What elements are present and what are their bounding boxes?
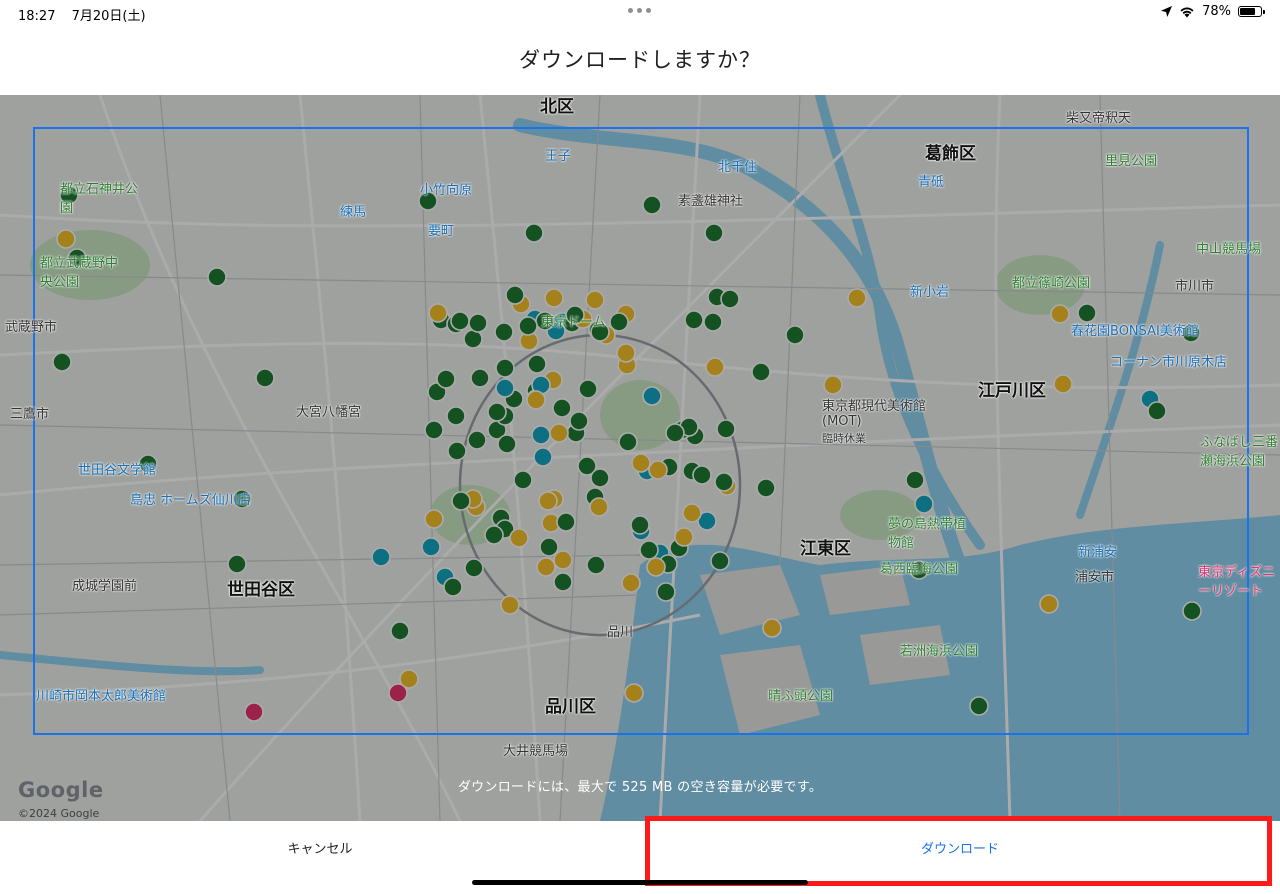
label-shinozaki: 都立篠崎公園: [1012, 276, 1091, 291]
status-bar: 18:27 7月20日(土) 78%: [0, 0, 1280, 26]
label-kanamecho: 要町: [428, 224, 455, 239]
home-indicator[interactable]: [472, 880, 808, 885]
label-ishigami: 都立石神井公園: [60, 182, 139, 216]
label-shin-urayasu: 新浦安: [1078, 545, 1118, 560]
label-disney: 東京ディズニーリゾート: [1198, 565, 1276, 599]
label-yume-no-shima: 夢の島熱帯植物館: [888, 517, 967, 551]
status-right: 78%: [1161, 4, 1265, 19]
offline-map-area[interactable]: 北区 葛飾区 江戸川区 江東区 世田谷区 品川区 東京ドーム 東京都現代美術館(…: [0, 95, 1280, 821]
label-ichikawa: 市川市: [1175, 279, 1215, 294]
label-susanoo: 素盞雄神社: [678, 194, 744, 209]
label-funabashi: ふなばし三番瀬海浜公園: [1200, 435, 1279, 469]
label-katsushika: 葛飾区: [925, 144, 976, 164]
label-seishun: 晴ふ頭公園: [768, 689, 834, 704]
label-koto: 江東区: [800, 539, 851, 559]
label-kita: 北区: [540, 97, 574, 117]
label-bonsai: 春花園BONSAI美術館: [1071, 324, 1199, 339]
cancel-button[interactable]: キャンセル: [0, 821, 640, 873]
label-musashino: 武蔵野市: [5, 320, 58, 335]
label-shinkoiwa: 新小岩: [910, 285, 950, 300]
download-area-selection[interactable]: [33, 127, 1249, 735]
label-musashino-park: 都立武蔵野中央公園: [40, 256, 119, 290]
label-mot: 東京都現代美術館(MOT): [822, 399, 927, 429]
wifi-icon: [1180, 7, 1194, 17]
map-copyright: ©2024 Google: [18, 807, 100, 820]
label-kitasenju: 北千住: [718, 160, 758, 175]
status-left: 18:27 7月20日(土): [18, 5, 158, 24]
label-seijo: 成城学園前: [72, 579, 138, 594]
label-shibamata: 柴又帝釈天: [1066, 111, 1132, 126]
label-oi-keiba: 大井競馬場: [503, 744, 569, 759]
label-setagaya: 世田谷区: [227, 580, 295, 600]
label-omiya: 大宮八幡宮: [296, 405, 362, 420]
multitasking-dots-icon[interactable]: [628, 8, 651, 13]
status-time: 18:27: [18, 9, 56, 24]
label-oji: 王子: [545, 149, 572, 164]
label-setagaya-museum: 世田谷文学館: [78, 463, 157, 478]
location-arrow-icon: [1161, 6, 1173, 17]
dialog-title: ダウンロードしますか？: [519, 48, 761, 72]
label-urayasu: 浦安市: [1075, 570, 1115, 585]
label-edogawa: 江戸川区: [978, 381, 1046, 401]
label-tokyo-dome: 東京ドーム: [541, 315, 606, 330]
label-mot-status: 臨時休業: [822, 432, 866, 445]
label-mitaka: 三鷹市: [10, 407, 50, 422]
label-nerima: 練馬: [340, 205, 367, 220]
label-shinagawa-station: 品川: [607, 625, 634, 640]
battery-icon: [1238, 6, 1265, 17]
storage-info-text: ダウンロードには、最大で 525 MB の空き容量が必要です。: [457, 780, 823, 795]
label-shimachu: 島忠 ホームズ仙川店: [130, 493, 251, 508]
status-date: 7月20日(土): [71, 9, 146, 24]
label-kasai: 葛西臨海公園: [880, 562, 959, 577]
label-konan: コーナン市川原木店: [1110, 355, 1228, 370]
label-shinagawa: 品川区: [545, 697, 596, 717]
download-button[interactable]: ダウンロード: [640, 821, 1280, 873]
label-satomi: 里見公園: [1105, 154, 1158, 169]
battery-percentage: 78%: [1202, 4, 1231, 19]
label-kotake: 小竹向原: [420, 183, 473, 198]
label-wakasu: 若洲海浜公園: [900, 644, 979, 659]
label-aoto: 青砥: [918, 175, 945, 190]
label-nakayama: 中山競馬場: [1196, 242, 1262, 257]
label-kawasaki: 川崎市岡本太郎美術館: [36, 689, 167, 704]
